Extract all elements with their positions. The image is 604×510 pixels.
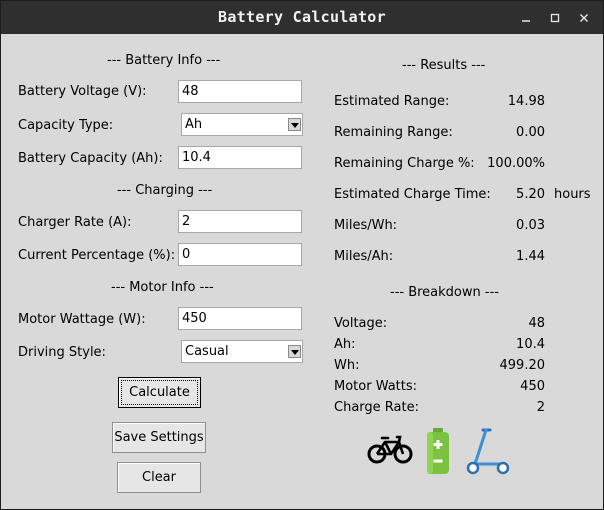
miles-per-ah-label: Miles/Ah: <box>334 249 394 264</box>
save-settings-button[interactable]: Save Settings <box>112 422 206 453</box>
charging-heading: --- Charging --- <box>117 183 213 198</box>
capacity-type-value: Ah <box>185 117 203 132</box>
battery-voltage-label: Battery Voltage (V): <box>18 84 147 99</box>
miles-per-wh-label: Miles/Wh: <box>334 218 398 233</box>
results-heading: --- Results --- <box>402 58 486 73</box>
scooter-icon <box>466 428 510 475</box>
estimated-range-label: Estimated Range: <box>334 94 450 109</box>
chevron-down-icon[interactable] <box>288 345 301 358</box>
current-percentage-label: Current Percentage (%): <box>18 248 176 263</box>
breakdown-motor-watts-label: Motor Watts: <box>334 379 418 394</box>
charger-rate-label: Charger Rate (A): <box>18 215 132 230</box>
charger-rate-input[interactable]: 2 <box>178 210 302 233</box>
remaining-range-label: Remaining Range: <box>334 125 453 140</box>
breakdown-charge-rate-value: 2 <box>536 400 545 415</box>
bicycle-icon <box>367 435 413 464</box>
estimated-charge-time-value: 5.20 <box>516 187 545 202</box>
motor-wattage-label: Motor Wattage (W): <box>18 312 146 327</box>
capacity-type-select[interactable]: Ah <box>181 113 303 136</box>
breakdown-wh-label: Wh: <box>334 358 360 373</box>
battery-info-heading: --- Battery Info --- <box>107 53 221 68</box>
motor-wattage-input[interactable]: 450 <box>178 307 302 330</box>
close-icon[interactable] <box>573 1 595 34</box>
motor-info-heading: --- Motor Info --- <box>111 280 214 295</box>
breakdown-heading: --- Breakdown --- <box>390 285 499 300</box>
driving-style-select[interactable]: Casual <box>181 340 303 363</box>
chevron-down-icon[interactable] <box>288 118 301 131</box>
breakdown-motor-watts-value: 450 <box>520 379 545 394</box>
driving-style-value: Casual <box>185 344 229 359</box>
capacity-type-label: Capacity Type: <box>18 118 114 133</box>
breakdown-ah-label: Ah: <box>334 337 356 352</box>
current-percentage-input[interactable]: 0 <box>178 243 302 266</box>
title-bar: Battery Calculator <box>1 1 603 34</box>
maximize-icon[interactable] <box>544 1 566 34</box>
minimize-icon[interactable] <box>515 1 537 34</box>
app-window: Battery Calculator --- Battery Info --- … <box>0 0 604 510</box>
battery-icon <box>427 428 449 474</box>
driving-style-label: Driving Style: <box>18 345 106 360</box>
estimated-range-value: 14.98 <box>507 94 545 109</box>
breakdown-ah-value: 10.4 <box>516 337 545 352</box>
miles-per-wh-value: 0.03 <box>516 218 545 233</box>
estimated-charge-time-label: Estimated Charge Time: <box>334 187 491 202</box>
clear-button[interactable]: Clear <box>117 462 201 493</box>
battery-voltage-input[interactable]: 48 <box>178 80 302 103</box>
battery-capacity-input[interactable]: 10.4 <box>178 146 302 169</box>
window-title: Battery Calculator <box>218 8 386 26</box>
remaining-range-value: 0.00 <box>516 125 545 140</box>
battery-capacity-label: Battery Capacity (Ah): <box>18 151 163 166</box>
remaining-charge-label: Remaining Charge %: <box>334 156 475 171</box>
breakdown-wh-value: 499.20 <box>499 358 546 373</box>
breakdown-charge-rate-label: Charge Rate: <box>334 400 419 415</box>
remaining-charge-value: 100.00% <box>487 156 545 171</box>
calculate-button[interactable]: Calculate <box>118 377 201 408</box>
breakdown-voltage-label: Voltage: <box>334 316 388 331</box>
miles-per-ah-value: 1.44 <box>516 249 545 264</box>
breakdown-voltage-value: 48 <box>528 316 545 331</box>
charge-time-unit: hours <box>554 187 591 202</box>
